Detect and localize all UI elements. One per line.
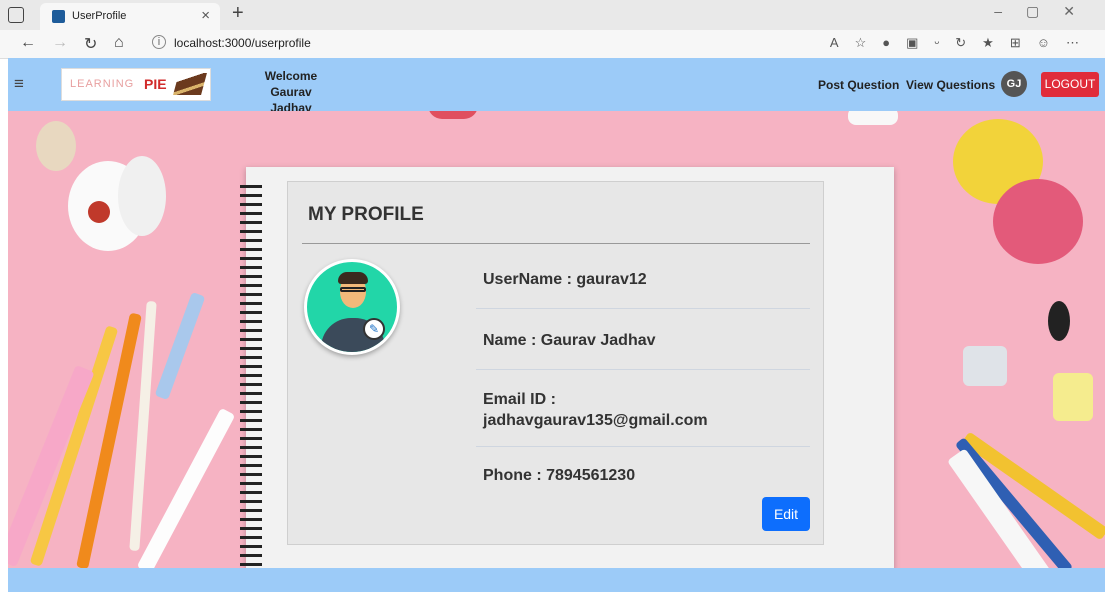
reload-icon[interactable]: ↻: [84, 34, 97, 54]
favicon-icon: [52, 10, 65, 23]
edit-button[interactable]: Edit: [762, 497, 810, 531]
cake-icon: [173, 73, 207, 95]
bird-figurine-decor: [36, 121, 76, 171]
home-icon[interactable]: ⌂: [114, 34, 124, 52]
menu-icon[interactable]: ≡: [14, 74, 24, 94]
white-marker-decor: [136, 407, 236, 568]
edit-pencil-icon: ✎: [363, 318, 385, 340]
close-tab-icon[interactable]: ×: [201, 7, 210, 24]
binder-clip-decor: [963, 346, 1007, 386]
avatar-glasses: [340, 287, 366, 292]
footer-bar: [8, 568, 1105, 592]
email-label: Email ID :: [483, 391, 556, 408]
field-divider: [476, 308, 810, 309]
tab-title: UserProfile: [72, 10, 127, 22]
browser-extension-icons[interactable]: A☆●▣ᵕ↻★⊞☺⋯: [830, 35, 1095, 51]
back-icon[interactable]: ←: [20, 34, 36, 52]
logo-text-pie: PIE: [144, 76, 167, 92]
username-field: UserName : gaurav12: [483, 271, 647, 288]
post-question-link[interactable]: Post Question: [818, 78, 899, 92]
avatar-hair: [338, 272, 368, 284]
browser-tab[interactable]: UserProfile ×: [40, 3, 220, 30]
url-field[interactable]: i localhost:3000/userprofile: [148, 34, 748, 54]
welcome-label: Welcome: [264, 69, 318, 83]
field-divider: [476, 369, 810, 370]
browser-address-bar: ← → ↻ ⌂ i localhost:3000/userprofile A☆●…: [0, 30, 1105, 59]
email-field: Email ID : jadhavgaurav135@gmail.com: [483, 389, 708, 431]
url-text[interactable]: localhost:3000/userprofile: [174, 36, 311, 50]
field-divider: [476, 446, 810, 447]
white-object-decor: [848, 111, 898, 125]
user-avatar[interactable]: GJ: [1001, 71, 1027, 97]
view-questions-link[interactable]: View Questions: [906, 78, 995, 92]
profile-title: MY PROFILE: [308, 204, 424, 225]
info-icon[interactable]: i: [152, 35, 166, 49]
red-dot-decor: [88, 201, 110, 223]
tab-actions-icon[interactable]: [8, 7, 24, 23]
welcome-message: Welcome Gaurav Jadhav: [251, 68, 331, 116]
toucan-figurine-decor: [1048, 301, 1070, 341]
stone-decor: [118, 156, 166, 236]
email-value: jadhavgaurav135@gmail.com: [483, 412, 708, 429]
pink-macaron-decor: [993, 179, 1083, 264]
learning-pie-logo[interactable]: LEARNING PIE: [61, 68, 211, 101]
forward-icon[interactable]: →: [52, 34, 68, 52]
browser-tab-bar: UserProfile × + –▢✕: [0, 0, 1105, 30]
logo-text-learning: LEARNING: [70, 78, 135, 90]
phone-field: Phone : 7894561230: [483, 467, 636, 484]
window-controls[interactable]: –▢✕: [994, 3, 1099, 20]
name-field: Name : Gaurav Jadhav: [483, 332, 656, 349]
logout-button[interactable]: LOGOUT: [1041, 72, 1099, 97]
app-navbar: ≡ LEARNING PIE Welcome Gaurav Jadhav Pos…: [8, 58, 1105, 115]
paper-clip-decor: [428, 111, 478, 119]
paint-tube-decor: [1053, 373, 1093, 421]
title-divider: [302, 243, 810, 244]
new-tab-icon[interactable]: +: [232, 2, 244, 25]
blue-pen-decor: [154, 291, 206, 401]
profile-card: MY PROFILE ✎ UserName : gaurav12 Name : …: [287, 181, 824, 545]
profile-avatar-icon: ✎: [304, 259, 400, 355]
notebook-spiral: [240, 185, 262, 570]
